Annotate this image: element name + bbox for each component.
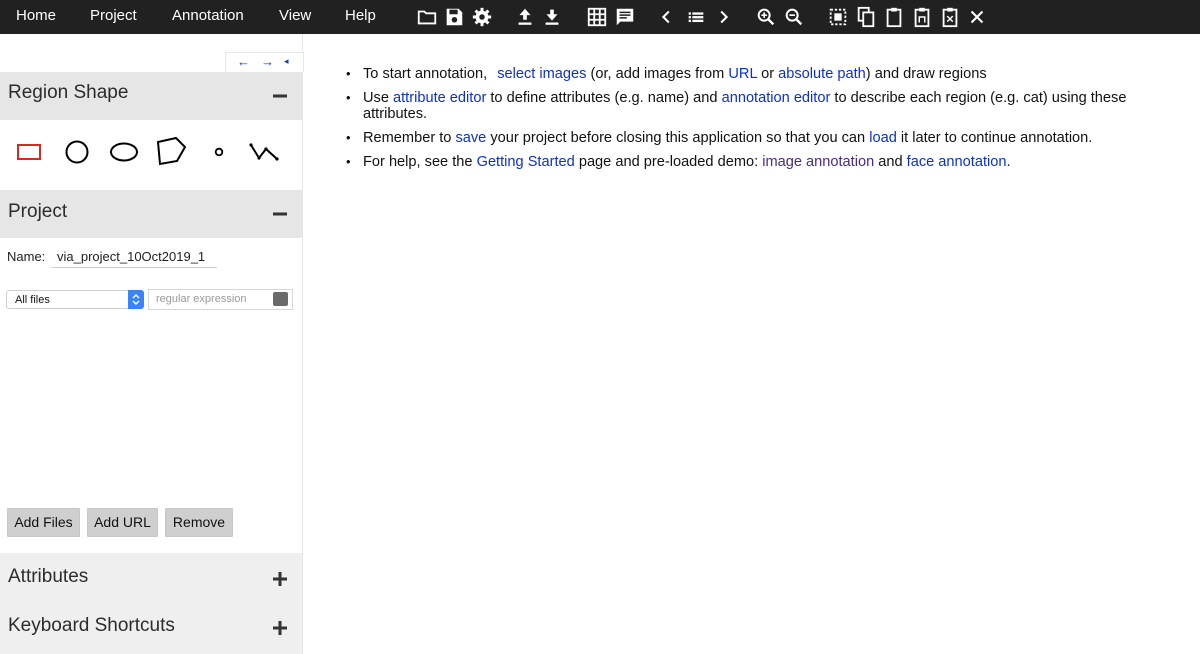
region-shape-title: Region Shape bbox=[8, 82, 129, 103]
attributes-header[interactable]: Attributes bbox=[0, 553, 302, 601]
polygon-shape-button[interactable] bbox=[155, 136, 189, 168]
chevron-left-icon[interactable] bbox=[656, 6, 678, 28]
paste-special-icon[interactable] bbox=[911, 6, 933, 28]
instruction-item: Use attribute editor to define attribute… bbox=[346, 90, 1186, 122]
instruction-text: To start annotation, bbox=[363, 66, 488, 82]
instruction-text: . bbox=[1006, 154, 1011, 170]
grid-view-icon[interactable] bbox=[586, 6, 608, 28]
face-annotation-demo-link[interactable]: face annotation bbox=[907, 154, 1007, 170]
menu-help[interactable]: Help bbox=[345, 0, 376, 34]
close-icon[interactable] bbox=[966, 6, 988, 28]
welcome-instructions: To start annotation, select images (or, … bbox=[346, 66, 1186, 178]
comment-icon[interactable] bbox=[614, 6, 636, 28]
rect-shape-button[interactable] bbox=[15, 136, 45, 168]
keyboard-icon bbox=[273, 292, 288, 306]
zoom-out-icon[interactable] bbox=[783, 6, 805, 28]
instruction-item: Remember to save your project before clo… bbox=[346, 130, 1186, 146]
save-link[interactable]: save bbox=[455, 130, 486, 146]
collapse-icon[interactable] bbox=[272, 206, 288, 222]
chevron-right-icon[interactable] bbox=[712, 6, 734, 28]
project-name-input[interactable] bbox=[51, 246, 217, 268]
expand-icon[interactable] bbox=[272, 620, 288, 636]
instruction-text: and bbox=[878, 154, 903, 170]
collapse-panel-button[interactable]: ◂ bbox=[284, 53, 289, 72]
file-filter-value: All files bbox=[15, 294, 50, 306]
ellipse-shape-button[interactable] bbox=[107, 136, 141, 168]
copy-icon[interactable] bbox=[855, 6, 877, 28]
zoom-in-icon[interactable] bbox=[755, 6, 777, 28]
download-icon[interactable] bbox=[541, 6, 563, 28]
menu-project[interactable]: Project bbox=[90, 0, 137, 34]
menu-annotation[interactable]: Annotation bbox=[172, 0, 244, 34]
instruction-text: (or, add images from bbox=[590, 66, 725, 82]
collapse-icon[interactable] bbox=[272, 88, 288, 104]
attribute-editor-link[interactable]: attribute editor bbox=[393, 90, 486, 106]
instruction-text: Remember to bbox=[363, 130, 452, 146]
project-header[interactable]: Project bbox=[0, 190, 302, 238]
paste-delete-icon[interactable] bbox=[939, 6, 961, 28]
add-files-button[interactable]: Add Files bbox=[7, 508, 80, 537]
file-filter-select[interactable]: All files bbox=[6, 290, 144, 309]
regex-filter-input[interactable]: regular expression bbox=[148, 289, 293, 310]
select-images-link[interactable]: select images bbox=[497, 66, 586, 82]
keyboard-shortcuts-header[interactable]: Keyboard Shortcuts bbox=[0, 601, 302, 654]
upload-icon[interactable] bbox=[514, 6, 536, 28]
instruction-text: to define attributes (e.g. name) and bbox=[490, 90, 718, 106]
settings-icon[interactable] bbox=[471, 6, 493, 28]
load-link[interactable]: load bbox=[869, 130, 897, 146]
point-shape-button[interactable] bbox=[210, 136, 228, 168]
panel-resize-controls: ← → ◂ bbox=[225, 52, 304, 72]
save-icon[interactable] bbox=[443, 6, 465, 28]
getting-started-link[interactable]: Getting Started bbox=[477, 154, 575, 170]
instruction-text: or bbox=[761, 66, 775, 82]
shrink-panel-button[interactable]: ← bbox=[237, 53, 250, 72]
image-annotation-demo-link[interactable]: image annotation bbox=[762, 154, 874, 170]
project-title: Project bbox=[8, 201, 68, 222]
region-shape-header[interactable]: Region Shape bbox=[0, 72, 302, 120]
instruction-item: To start annotation, select images (or, … bbox=[346, 66, 1186, 82]
menu-home[interactable]: Home bbox=[16, 0, 56, 34]
expand-panel-button[interactable]: → bbox=[261, 53, 274, 72]
circle-shape-button[interactable] bbox=[63, 136, 93, 168]
polyline-shape-button[interactable] bbox=[248, 136, 280, 168]
url-link[interactable]: URL bbox=[728, 66, 757, 82]
instruction-text: page and pre-loaded demo: bbox=[578, 154, 759, 170]
add-url-button[interactable]: Add URL bbox=[87, 508, 158, 537]
instruction-text: your project before closing this applica… bbox=[490, 130, 866, 146]
menu-view[interactable]: View bbox=[279, 0, 311, 34]
instruction-text: Use bbox=[363, 90, 389, 106]
annotation-editor-link[interactable]: annotation editor bbox=[722, 90, 831, 106]
keyboard-shortcuts-title: Keyboard Shortcuts bbox=[8, 615, 175, 636]
instruction-text: For help, see the bbox=[363, 154, 473, 170]
instruction-item: For help, see the Getting Started page a… bbox=[346, 154, 1186, 170]
regex-placeholder: regular expression bbox=[156, 293, 247, 305]
select-all-icon[interactable] bbox=[827, 6, 849, 28]
instruction-text: it later to continue annotation. bbox=[900, 130, 1093, 146]
top-menu-bar: Home Project Annotation View Help bbox=[0, 0, 1200, 34]
absolute-path-link[interactable]: absolute path bbox=[778, 66, 866, 82]
remove-button[interactable]: Remove bbox=[165, 508, 233, 537]
expand-icon[interactable] bbox=[272, 571, 288, 587]
select-arrows-icon bbox=[128, 290, 144, 309]
instruction-text: ) and draw regions bbox=[865, 66, 987, 82]
paste-icon[interactable] bbox=[883, 6, 905, 28]
list-icon[interactable] bbox=[685, 6, 707, 28]
project-name-label: Name: bbox=[7, 249, 46, 264]
attributes-title: Attributes bbox=[8, 566, 89, 587]
folder-open-icon[interactable] bbox=[416, 6, 438, 28]
